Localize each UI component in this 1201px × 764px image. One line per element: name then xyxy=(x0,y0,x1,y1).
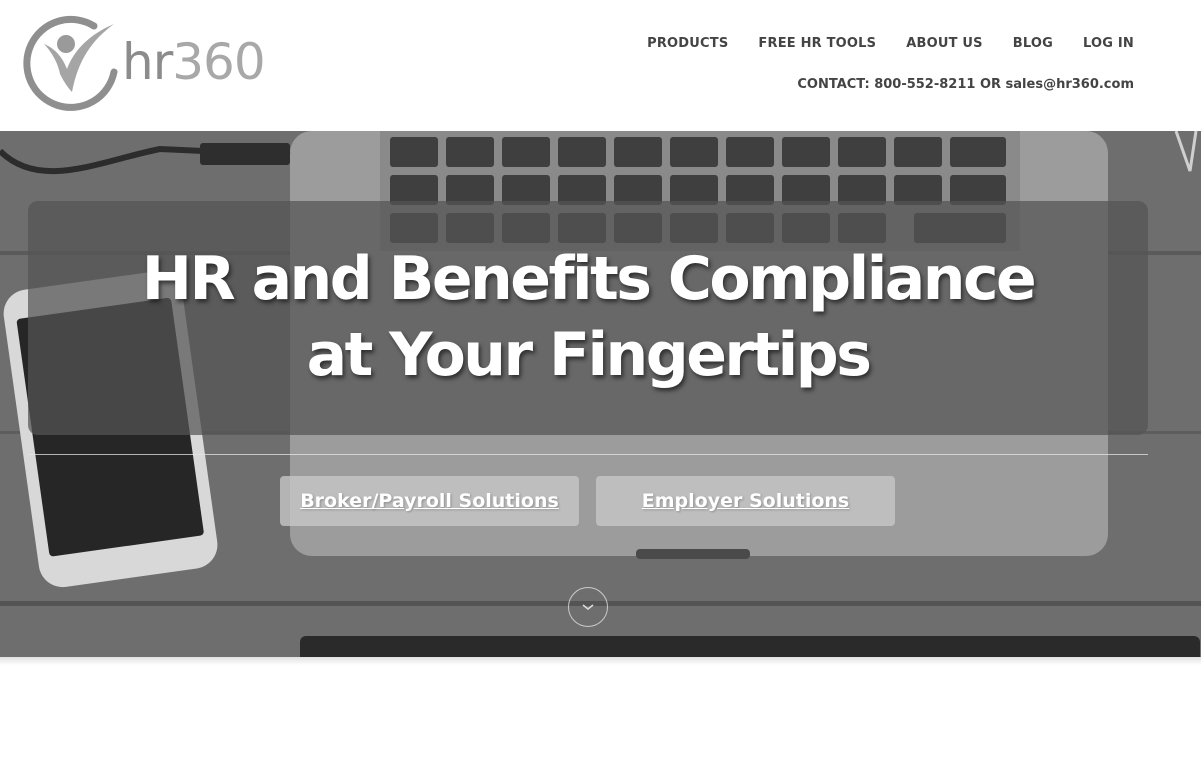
chevron-down-icon xyxy=(582,604,594,611)
hero-divider xyxy=(28,454,1148,455)
headline-line-1: HR and Benefits Compliance xyxy=(141,244,1037,314)
scroll-down-button[interactable] xyxy=(568,587,608,627)
hero-headline: HR and Benefits Compliance at Your Finge… xyxy=(28,241,1148,393)
employer-solutions-button[interactable]: Employer Solutions xyxy=(596,476,895,526)
hero-section: HR and Benefits Compliance at Your Finge… xyxy=(0,131,1201,657)
hero-bottom-shadow xyxy=(0,657,1201,665)
nav-products[interactable]: PRODUCTS xyxy=(647,36,728,51)
broker-payroll-solutions-button[interactable]: Broker/Payroll Solutions xyxy=(280,476,579,526)
contact-info[interactable]: CONTACT: 800-552-8211 OR sales@hr360.com xyxy=(797,77,1134,92)
nav-log-in[interactable]: LOG IN xyxy=(1083,36,1134,51)
logo-text-360: 360 xyxy=(172,33,265,91)
main-nav: PRODUCTS FREE HR TOOLS ABOUT US BLOG LOG… xyxy=(647,36,1134,51)
logo-wordmark: hr360 xyxy=(122,32,266,92)
hr360-logo[interactable]: hr360 xyxy=(22,14,282,114)
person-swoosh-icon xyxy=(23,15,118,111)
nav-about-us[interactable]: ABOUT US xyxy=(906,36,983,51)
nav-free-hr-tools[interactable]: FREE HR TOOLS xyxy=(758,36,876,51)
site-header: hr360 PRODUCTS FREE HR TOOLS ABOUT US BL… xyxy=(0,0,1201,131)
nav-blog[interactable]: BLOG xyxy=(1013,36,1053,51)
logo-text-hr: hr xyxy=(122,33,173,91)
headline-line-2: at Your Fingertips xyxy=(306,320,872,390)
